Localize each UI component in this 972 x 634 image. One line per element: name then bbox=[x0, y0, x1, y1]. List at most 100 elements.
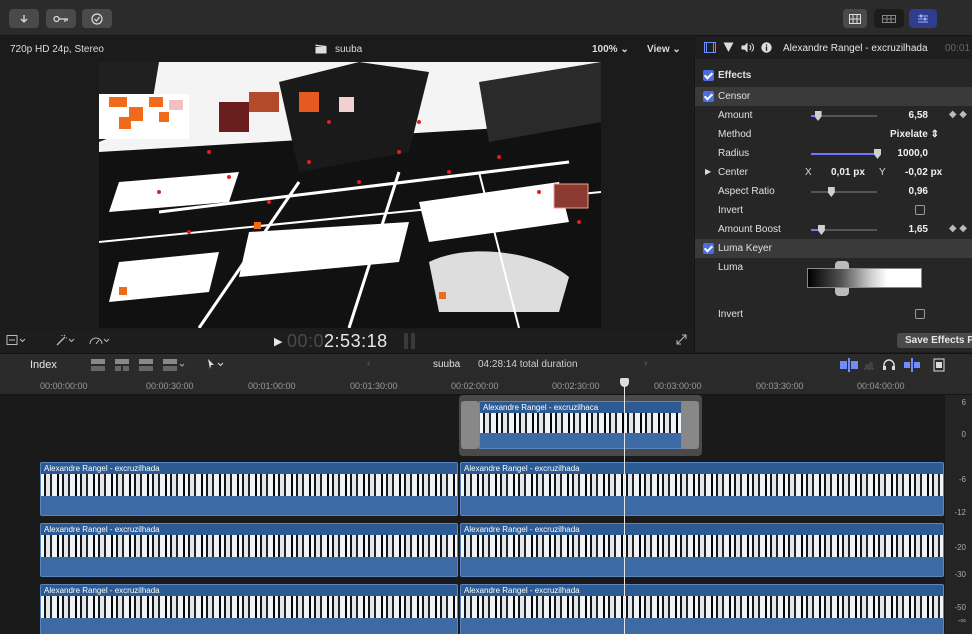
zoom-menu[interactable]: 100% ⌄ bbox=[592, 44, 629, 55]
radius-label: Radius bbox=[718, 148, 750, 159]
slider-knob[interactable] bbox=[827, 187, 835, 197]
play-icon[interactable]: ▶ bbox=[274, 335, 282, 348]
censor-invert-checkbox[interactable] bbox=[915, 205, 925, 215]
audio-skimming-icon[interactable] bbox=[864, 362, 874, 370]
audio-meter-icon[interactable] bbox=[402, 333, 418, 352]
zoom-value: 100% bbox=[592, 44, 618, 55]
chevron-down-icon: ⌄ bbox=[672, 44, 681, 55]
timeline-toggle-button[interactable] bbox=[874, 9, 904, 28]
trim-handle-left[interactable] bbox=[461, 401, 479, 449]
audio-waveform bbox=[41, 618, 457, 634]
audio-meter-scale: 6 0 -6 -12 -20 -30 -50 -∞ bbox=[945, 395, 972, 634]
append-icon[interactable] bbox=[139, 359, 153, 371]
meter-label: -50 bbox=[954, 603, 966, 612]
browser-icon bbox=[849, 13, 861, 24]
connected-clip[interactable]: Alexandre Rangel - excruzilhaca bbox=[479, 401, 683, 449]
amount-boost-slider[interactable] bbox=[811, 225, 877, 235]
keyframe-icon[interactable]: ◆ ◆ bbox=[949, 223, 967, 234]
timeline-ruler[interactable]: 00:00:00:00 00:00:30:00 00:01:00:00 00:0… bbox=[0, 375, 972, 395]
effects-section-header[interactable]: Effects bbox=[695, 66, 972, 85]
censor-label: Censor bbox=[718, 91, 751, 102]
timeline-clip[interactable]: Alexandre Rangel - excruzilhada bbox=[460, 462, 944, 516]
timeline-duration: 04:28:14 total duration bbox=[478, 359, 578, 370]
keyframe-icon[interactable]: ◆ ◆ bbox=[949, 109, 967, 120]
transform-menu[interactable] bbox=[6, 334, 26, 349]
timeline-clip[interactable]: Alexandre Rangel - excruzilhada bbox=[40, 523, 458, 577]
trim-handle-right[interactable] bbox=[681, 401, 699, 449]
background-tasks-button[interactable] bbox=[82, 9, 112, 28]
retime-menu[interactable] bbox=[88, 334, 110, 349]
video-inspector-icon[interactable] bbox=[704, 42, 716, 56]
history-forward-icon[interactable]: › bbox=[644, 358, 647, 369]
audio-inspector-icon[interactable] bbox=[741, 42, 754, 56]
inspector-icon bbox=[918, 14, 928, 22]
radius-slider[interactable] bbox=[811, 149, 881, 159]
insert-icon[interactable] bbox=[115, 359, 129, 371]
connect-icon[interactable] bbox=[91, 359, 105, 371]
luma-top-handle[interactable] bbox=[835, 261, 849, 269]
inspector-toggle-button[interactable] bbox=[909, 9, 937, 28]
luma-bottom-handle[interactable] bbox=[835, 288, 849, 296]
method-popup[interactable]: Pixelate ⇕ bbox=[890, 129, 939, 140]
slider-knob[interactable] bbox=[874, 149, 881, 159]
connected-clip-selection[interactable]: Alexandre Rangel - excruzilhaca bbox=[459, 395, 702, 456]
speedometer-icon bbox=[89, 337, 110, 345]
headphones-icon[interactable] bbox=[883, 359, 895, 370]
index-button[interactable]: Index bbox=[30, 359, 57, 371]
slider-knob[interactable] bbox=[817, 225, 825, 235]
clapper-icon bbox=[315, 44, 327, 57]
timecode-dim: 00:0 bbox=[287, 331, 325, 351]
amount-boost-row: Amount Boost 1,65 ◆ ◆ bbox=[695, 220, 972, 239]
censor-checkbox[interactable] bbox=[703, 91, 714, 102]
playhead-handle[interactable] bbox=[620, 378, 629, 387]
main-toolbar bbox=[0, 0, 972, 36]
skimming-icon[interactable] bbox=[840, 358, 858, 372]
info-inspector-icon[interactable] bbox=[761, 42, 772, 56]
browser-toggle-button[interactable] bbox=[843, 9, 867, 28]
playhead[interactable] bbox=[624, 378, 625, 634]
slider-knob[interactable] bbox=[814, 111, 822, 121]
enhancements-menu[interactable] bbox=[55, 334, 75, 349]
luma-keyer-header[interactable]: Luma Keyer bbox=[695, 239, 972, 258]
clip-appearance-icon[interactable] bbox=[933, 358, 945, 372]
color-inspector-icon[interactable] bbox=[723, 42, 734, 56]
arrow-pointer-icon bbox=[208, 359, 224, 369]
luma-gradient[interactable] bbox=[807, 268, 922, 288]
luma-invert-label: Invert bbox=[718, 309, 744, 320]
save-effects-preset-button[interactable]: Save Effects Pre bbox=[897, 333, 972, 348]
ruler-tick: 00:01:30:00 bbox=[350, 381, 398, 391]
censor-effect-header[interactable]: Censor bbox=[695, 87, 972, 106]
radius-value[interactable]: 1000,0 bbox=[897, 148, 928, 159]
luma-invert-row: Invert bbox=[695, 305, 972, 324]
timeline-clip[interactable]: Alexandre Rangel - excruzilhada bbox=[40, 584, 458, 634]
video-frame-image bbox=[99, 62, 601, 328]
clip-title: Alexandre Rangel - excruzilhada bbox=[44, 464, 160, 473]
snapping-icon[interactable] bbox=[904, 358, 920, 372]
keywords-button[interactable] bbox=[46, 9, 76, 28]
center-y-value[interactable]: -0,02 px bbox=[905, 167, 942, 178]
timeline-area[interactable]: Alexandre Rangel - excruzilhaca Alexandr… bbox=[0, 395, 945, 634]
overwrite-icon[interactable] bbox=[163, 359, 185, 371]
luma-keyer-checkbox[interactable] bbox=[703, 243, 714, 254]
amount-value[interactable]: 6,58 bbox=[909, 110, 928, 121]
effects-checkbox[interactable] bbox=[703, 70, 714, 81]
clip-title: Alexandre Rangel - excruzilhada bbox=[44, 586, 160, 595]
fullscreen-icon[interactable] bbox=[676, 334, 687, 348]
view-menu[interactable]: View ⌄ bbox=[647, 44, 681, 55]
timeline-clip[interactable]: Alexandre Rangel - excruzilhada bbox=[460, 584, 944, 634]
select-tool-menu[interactable] bbox=[206, 358, 228, 373]
amount-boost-value[interactable]: 1,65 bbox=[909, 224, 928, 235]
video-frame[interactable] bbox=[99, 62, 601, 328]
center-x-value[interactable]: 0,01 px bbox=[831, 167, 865, 178]
disclosure-triangle-icon[interactable]: ▶ bbox=[705, 167, 711, 176]
aspect-ratio-value[interactable]: 0,96 bbox=[909, 186, 928, 197]
luma-invert-checkbox[interactable] bbox=[915, 309, 925, 319]
import-button[interactable] bbox=[9, 9, 39, 28]
history-back-icon[interactable]: ‹ bbox=[367, 358, 370, 369]
amount-slider[interactable] bbox=[811, 111, 877, 121]
meter-label: -20 bbox=[954, 543, 966, 552]
timeline-clip[interactable]: Alexandre Rangel - excruzilhada bbox=[40, 462, 458, 516]
aspect-ratio-slider[interactable] bbox=[811, 187, 877, 197]
inspector-clip-name: Alexandre Rangel - excruzilhada bbox=[783, 43, 928, 54]
timeline-clip[interactable]: Alexandre Rangel - excruzilhada bbox=[460, 523, 944, 577]
